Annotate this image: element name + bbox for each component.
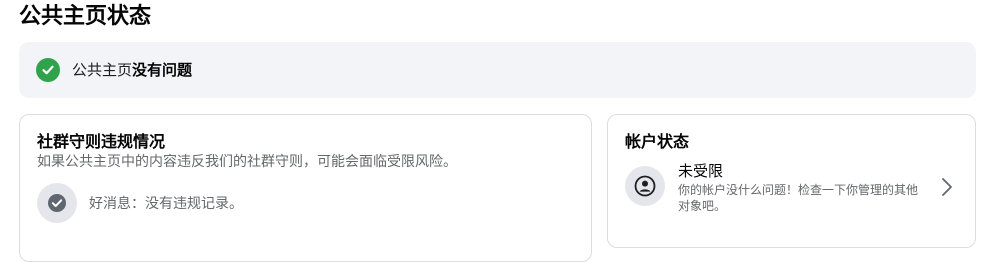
account-status-description: 你的帐户没什么问题！检查一下你管理的其他对象吧。	[678, 183, 919, 213]
page-title: 公共主页状态	[19, 4, 152, 29]
community-standards-description: 如果公共主页中的内容违反我们的社群守则，可能会面临受限风险。	[37, 154, 457, 170]
account-status-value: 未受限	[678, 162, 724, 180]
account-status-card[interactable]: 帐户状态 未受限 你的帐户没什么问题！检查一下你管理的其他对象吧。	[607, 114, 976, 248]
page-status-emphasis: 没有问题	[132, 61, 193, 79]
community-standards-heading: 社群守则违规情况	[37, 132, 166, 151]
chevron-right-icon[interactable]	[939, 176, 955, 198]
page-status-text: 公共主页没有问题	[72, 60, 192, 80]
check-circle-icon	[36, 58, 60, 82]
account-status-heading: 帐户状态	[625, 132, 690, 151]
check-circle-icon	[37, 183, 77, 223]
good-news-text: 好消息：没有违规记录。	[89, 196, 243, 212]
community-standards-card: 社群守则违规情况 如果公共主页中的内容违反我们的社群守则，可能会面临受限风险。 …	[19, 114, 592, 262]
page-status-prefix: 公共主页	[72, 61, 133, 79]
page-status-banner: 公共主页没有问题	[19, 42, 976, 98]
user-icon	[625, 166, 665, 206]
